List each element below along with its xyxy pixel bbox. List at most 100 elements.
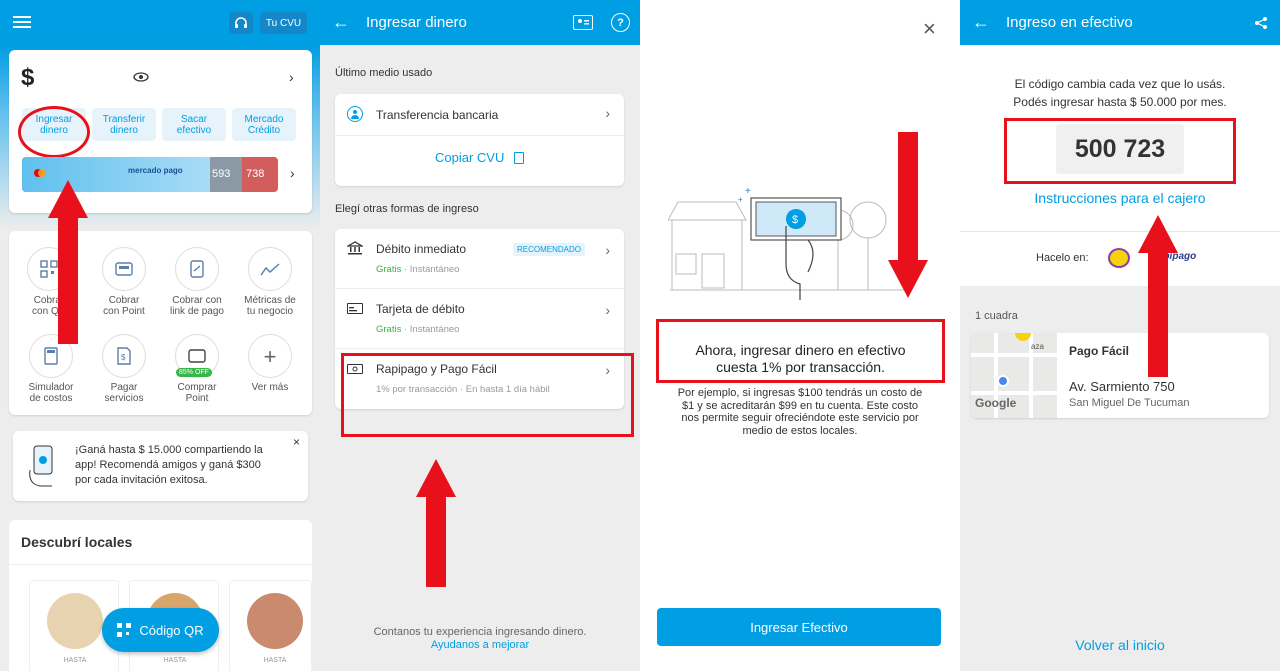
annotation-arrow [888,132,928,298]
recommended-badge: RECOMENDADO [513,243,586,256]
store-name: Pago Fácil [1069,344,1130,358]
back-to-home-link[interactable]: Volver al inicio [960,637,1280,653]
user-icon [347,106,363,122]
cashier-instructions-link[interactable]: Instrucciones para el cajero [960,190,1280,206]
chevron-right-icon[interactable]: › [290,165,295,181]
eye-icon[interactable] [132,70,150,84]
transferir-dinero-button[interactable]: Transferir dinero [92,108,156,141]
tool-cobrar-point[interactable]: Cobrar con Point [89,247,159,317]
feedback-link[interactable]: Ayudanos a mejorar [320,639,640,651]
id-card-icon[interactable] [573,15,593,30]
app-bar: ← Ingreso en efectivo [960,0,1280,45]
mercadopago-logo: mercado pago [128,166,183,175]
ingresar-efectivo-button[interactable]: Ingresar Efectivo [657,608,941,646]
card-reader-icon [102,247,146,291]
option-name: Débito inmediato [376,242,467,256]
map-thumbnail: aza Google [971,333,1057,418]
google-logo: Google [975,396,1017,410]
mastercard-icon [34,169,46,179]
tool-ver-mas[interactable]: + Ver más [235,334,305,393]
plus-icon: + [248,334,292,378]
distance-label: 1 cuadra [975,310,1018,322]
svg-text:$: $ [792,214,798,226]
annotation-arrow [48,180,88,344]
highlight-box [341,353,634,437]
hasta-label: HASTA [263,657,287,664]
cash-illustration: $ + + [668,186,904,300]
hasta-label: HASTA [163,657,187,664]
store-card[interactable]: HASTA [229,580,312,671]
promo-text: ¡Ganá hasta $ 15.000 compartiendo la app!… [75,444,263,486]
code-info: El código cambia cada vez que lo usás. Po… [1013,77,1227,109]
tool-metricas[interactable]: Métricas de tu negocio [235,247,305,317]
discover-title: Descubrí locales [21,534,133,550]
tool-simulador[interactable]: Simulador de costos [16,334,86,404]
chevron-right-icon: › [605,242,610,258]
grocery-image [47,593,103,649]
cash-code-screen: ← Ingreso en efectivo El código cambia c… [960,0,1280,671]
option-debito-inmediato[interactable]: Débito inmediato RECOMENDADO Gratis · In… [335,229,624,289]
cvu-button[interactable]: Tu CVU [260,12,307,34]
hasta-label: HASTA [63,657,87,664]
annotation-arrow [416,459,456,587]
annotation-arrow [1138,215,1178,377]
chart-icon [248,247,292,291]
discount-badge: 85% OFF [176,368,212,377]
page-title: Ingreso en efectivo [1006,14,1133,31]
fee-headline: Ahora, ingresar dinero en efectivo cuesta… [695,342,906,375]
hacelo-en-label: Hacelo en: [1036,252,1089,264]
share-icon[interactable] [1253,15,1269,31]
chevron-right-icon: › [605,105,610,121]
tool-pagar-servicios[interactable]: $ Pagar servicios [89,334,159,404]
highlight-circle [18,106,90,158]
app-bar: ← Ingresar dinero ? [320,0,640,45]
pago-facil-logo [1108,248,1130,268]
copy-icon [513,152,524,164]
chevron-right-icon[interactable]: › [289,69,294,85]
mercado-credito-button[interactable]: Mercado Crédito [232,108,296,141]
fee-explanation: Por ejemplo, si ingresas $100 tendrás un… [677,387,923,437]
tools-card: Cobrar con QR Cobrar con Point Cobrar con l… [9,231,312,415]
option-sub: Gratis · Instantáneo [376,324,460,335]
home-screen: Tu CVU $ › Ingresar dinero Transferir dine… [0,0,320,671]
codigo-qr-button[interactable]: Código QR [102,608,219,652]
coffee-image [247,593,303,649]
map-label: aza [1031,342,1044,351]
cash-code: 500 723 [1056,124,1184,174]
bank-icon [347,241,363,255]
page-title: Ingresar dinero [366,14,467,31]
back-arrow-icon[interactable]: ← [332,12,350,33]
help-icon[interactable]: ? [611,13,630,32]
section-other: Elegí otras formas de ingreso [335,203,479,215]
chevron-right-icon: › [605,302,610,318]
cash-fee-screen: × $ + + Ahora, ingresar dinero en efecti… [640,0,960,671]
svg-text:$: $ [121,353,126,362]
qr-icon [117,623,132,637]
transfer-label: Transferencia bancaria [376,108,499,122]
promo-card[interactable]: ¡Ganá hasta $ 15.000 compartiendo la app!… [13,431,308,501]
option-sub: Gratis · Instantáneo [376,264,460,275]
copy-cvu-button[interactable]: Copiar CVU [335,150,624,165]
last-used-card: Transferencia bancaria › Copiar CVU [335,94,624,186]
store-city: San Miguel De Tucuman [1069,397,1190,409]
close-icon[interactable]: × [293,435,300,449]
balance-currency: $ [21,64,35,91]
store-location-card[interactable]: aza Google Pago Fácil Av. Sarmiento 750 … [971,333,1269,418]
svg-text:+: + [745,186,751,197]
ingresar-dinero-screen: ← Ingresar dinero ? Último medio usado T… [320,0,640,671]
back-arrow-icon[interactable]: ← [972,12,990,33]
bill-icon: $ [102,334,146,378]
feedback-text: Contanos tu experiencia ingresando diner… [373,626,587,638]
option-tarjeta-debito[interactable]: Tarjeta de débito Gratis · Instantáneo › [335,289,624,349]
headset-icon[interactable] [229,12,253,34]
card-digits-2: 738 [246,168,265,180]
transferencia-row[interactable]: Transferencia bancaria › [335,94,624,136]
tool-link-de-pago[interactable]: Cobrar con link de pago [162,247,232,317]
hamburger-icon[interactable] [12,12,32,32]
sacar-efectivo-button[interactable]: Sacar efectivo [162,108,226,141]
phone-hand-icon [21,443,67,489]
link-icon [175,247,219,291]
card-digits: 593 [212,168,231,180]
close-icon[interactable]: × [923,18,936,40]
section-last-used: Último medio usado [335,67,433,79]
